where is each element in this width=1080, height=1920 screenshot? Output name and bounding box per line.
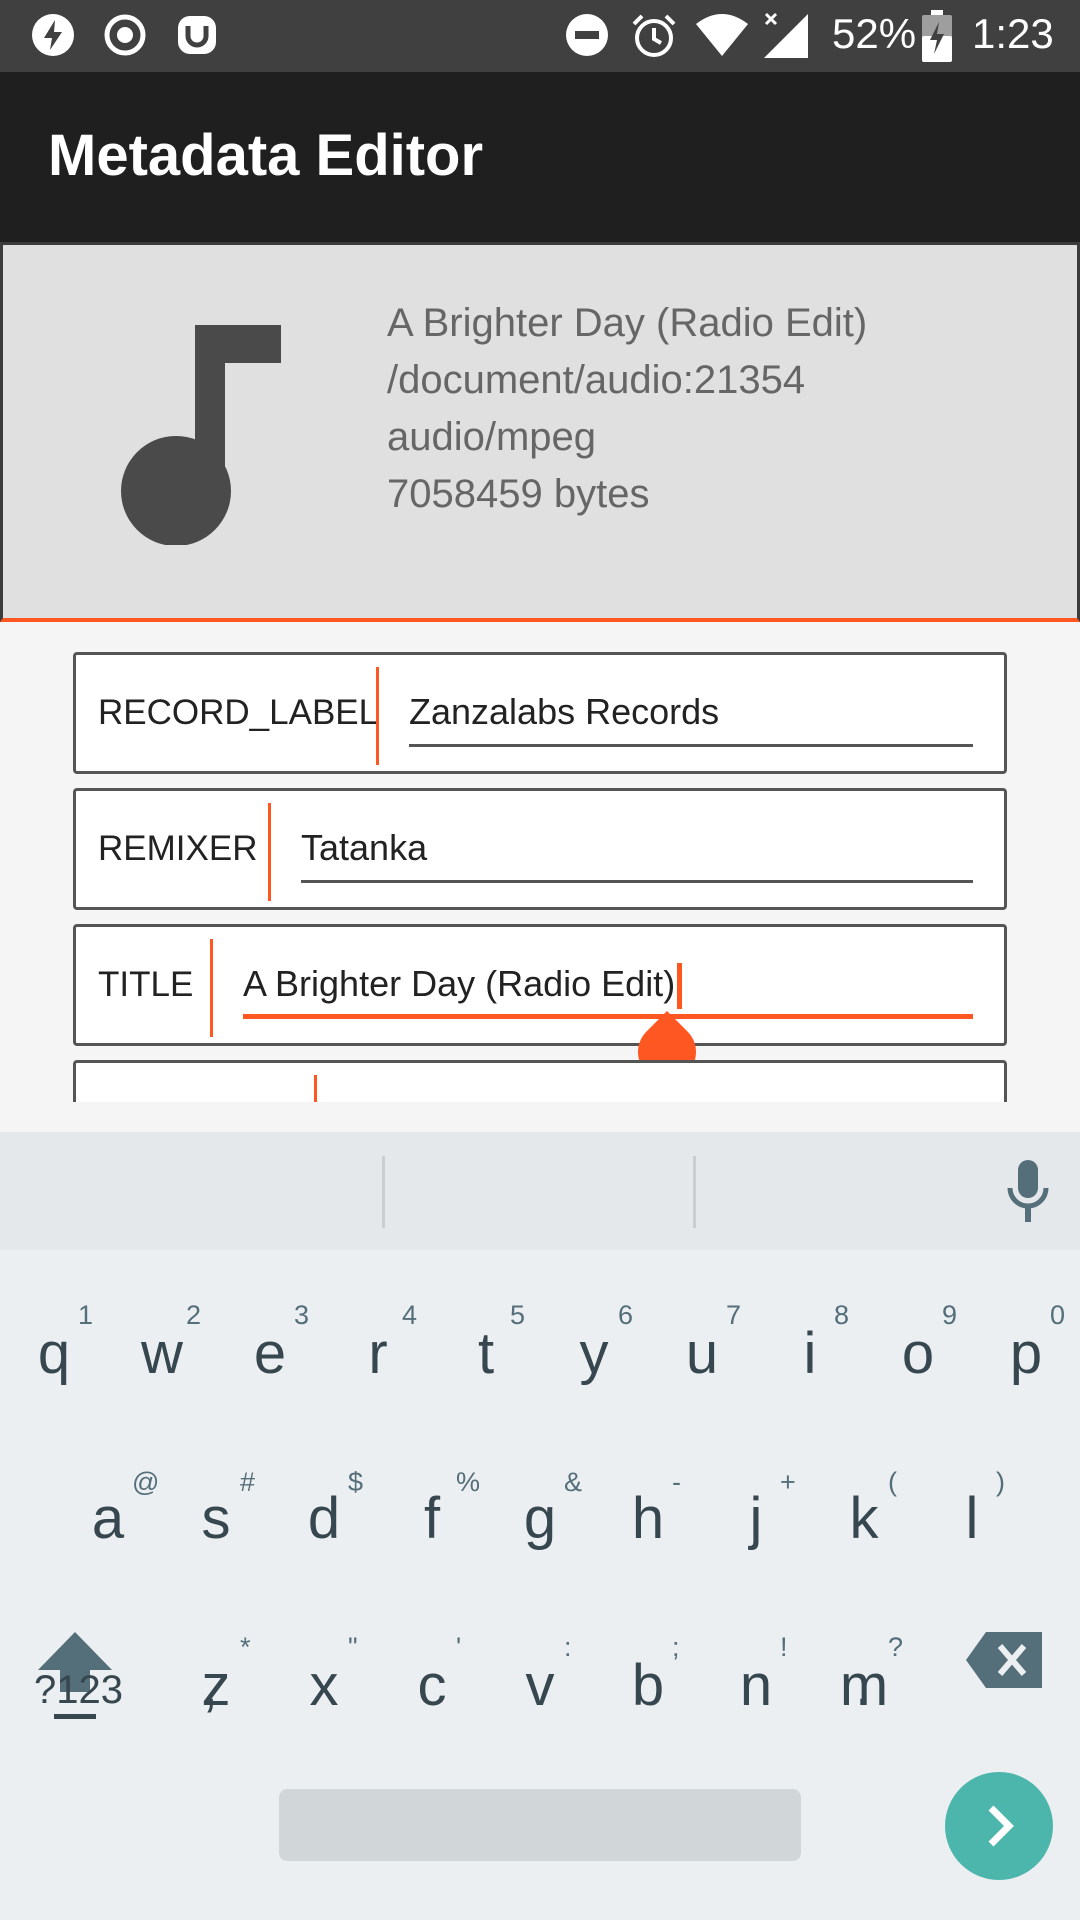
- clock: 1:23: [972, 10, 1054, 57]
- key-hint-e: 3: [294, 1300, 310, 1330]
- signal-icon: [764, 12, 808, 58]
- record-label-input[interactable]: Zanzalabs Records: [409, 677, 973, 747]
- wifi-icon: [696, 14, 748, 56]
- space-bar[interactable]: [279, 1789, 801, 1861]
- key-hint-z: *: [240, 1632, 251, 1662]
- field-row-title: TITLE A Brighter Day (Radio Edit): [73, 924, 1007, 1046]
- microphone-icon[interactable]: [1006, 1160, 1050, 1224]
- key-hint-t: 5: [510, 1300, 526, 1330]
- enter-button[interactable]: [945, 1772, 1053, 1880]
- field-label: TITLE: [98, 965, 194, 1004]
- status-bar: 52% 1:23: [0, 0, 1080, 72]
- key-h[interactable]: h: [598, 1485, 698, 1552]
- key-n[interactable]: n: [706, 1652, 806, 1719]
- battery-percent: 52%: [832, 10, 917, 57]
- key-hint-m: ?: [888, 1632, 904, 1662]
- key-hint-w: 2: [186, 1300, 202, 1330]
- key-hint-b: ;: [672, 1632, 680, 1662]
- do-not-disturb-icon: [566, 14, 608, 56]
- soft-keyboard: q 1 w 2 e 3 r 4 t 5 y 6 u 7 i 8 o 9 p 0 a @ s # d $ f% g & h - j + k(l) z *…: [0, 1132, 1080, 1920]
- key-b[interactable]: b: [598, 1652, 698, 1719]
- key-x[interactable]: x: [274, 1652, 374, 1719]
- title-input[interactable]: A Brighter Day (Radio Edit): [243, 949, 973, 1019]
- music-note-icon: [121, 325, 281, 545]
- file-title: A Brighter Day (Radio Edit): [387, 301, 868, 345]
- key-hint-q: 1: [78, 1300, 94, 1330]
- suggestion-divider: [693, 1156, 696, 1228]
- app-bar: Metadata Editor: [0, 72, 1080, 242]
- key-hint-y: 6: [618, 1300, 634, 1330]
- key-hint-u: 7: [726, 1300, 742, 1330]
- remixer-input[interactable]: Tatanka: [301, 813, 973, 883]
- key-hint-d: $: [348, 1467, 364, 1497]
- page-title: Metadata Editor: [48, 123, 484, 188]
- key-hint-g: &: [564, 1467, 583, 1497]
- comma-key[interactable]: ,: [202, 1652, 218, 1719]
- field-row-partial: [73, 1060, 1007, 1102]
- field-divider: [314, 1075, 317, 1102]
- key-hint-l: ): [996, 1467, 1005, 1497]
- shield-app-icon: [178, 16, 216, 54]
- alarm-icon: [632, 14, 676, 57]
- key-hint-k: (: [888, 1467, 897, 1497]
- metadata-field-list: RECORD_LABEL Zanzalabs Records REMIXER T…: [0, 622, 1080, 1102]
- field-divider: [376, 667, 379, 765]
- field-divider: [210, 939, 213, 1037]
- title-input-text: A Brighter Day (Radio Edit): [243, 963, 676, 1004]
- field-row-remixer: REMIXER Tatanka: [73, 788, 1007, 910]
- file-info-card: A Brighter Day (Radio Edit) /document/au…: [0, 242, 1080, 622]
- key-hint-p: 0: [1050, 1300, 1066, 1330]
- backspace-icon[interactable]: [966, 1632, 1042, 1688]
- field-divider: [268, 803, 271, 901]
- key-hint-i: 8: [834, 1300, 850, 1330]
- field-row-record-label: RECORD_LABEL Zanzalabs Records: [73, 652, 1007, 774]
- key-hint-s: #: [240, 1467, 256, 1497]
- key-hint-n: !: [780, 1632, 788, 1662]
- key-hint-j: +: [780, 1467, 796, 1497]
- file-mime: audio/mpeg: [387, 415, 597, 459]
- suggestion-divider: [382, 1156, 385, 1228]
- period-key[interactable]: .: [855, 1652, 871, 1719]
- key-v[interactable]: v: [490, 1652, 590, 1719]
- key-hint-a: @: [132, 1467, 160, 1497]
- chevron-right-icon: [988, 1805, 1014, 1847]
- key-c[interactable]: c: [382, 1652, 482, 1719]
- field-label: RECORD_LABEL: [98, 693, 379, 732]
- key-hint-v: :: [564, 1632, 572, 1662]
- field-label: REMIXER: [98, 829, 258, 868]
- record-icon: [104, 14, 146, 56]
- flash-icon: [32, 14, 74, 56]
- key-hint-c: ': [456, 1632, 462, 1662]
- file-path: /document/audio:21354: [387, 358, 806, 402]
- key-hint-o: 9: [942, 1300, 958, 1330]
- file-size: 7058459 bytes: [387, 472, 650, 516]
- key-hint-r: 4: [402, 1300, 418, 1330]
- key-hint-x: ": [348, 1632, 358, 1662]
- text-cursor: [677, 963, 683, 1010]
- key-hint-h: -: [672, 1467, 681, 1497]
- suggestion-strip: [0, 1132, 1080, 1250]
- battery-icon: [922, 10, 952, 62]
- symbols-key[interactable]: ?123: [34, 1668, 123, 1713]
- key-hint-f: %: [456, 1467, 481, 1497]
- key-l[interactable]: l: [922, 1485, 1022, 1552]
- key-k[interactable]: k: [814, 1485, 914, 1552]
- file-details: A Brighter Day (Radio Edit) /document/au…: [387, 295, 867, 523]
